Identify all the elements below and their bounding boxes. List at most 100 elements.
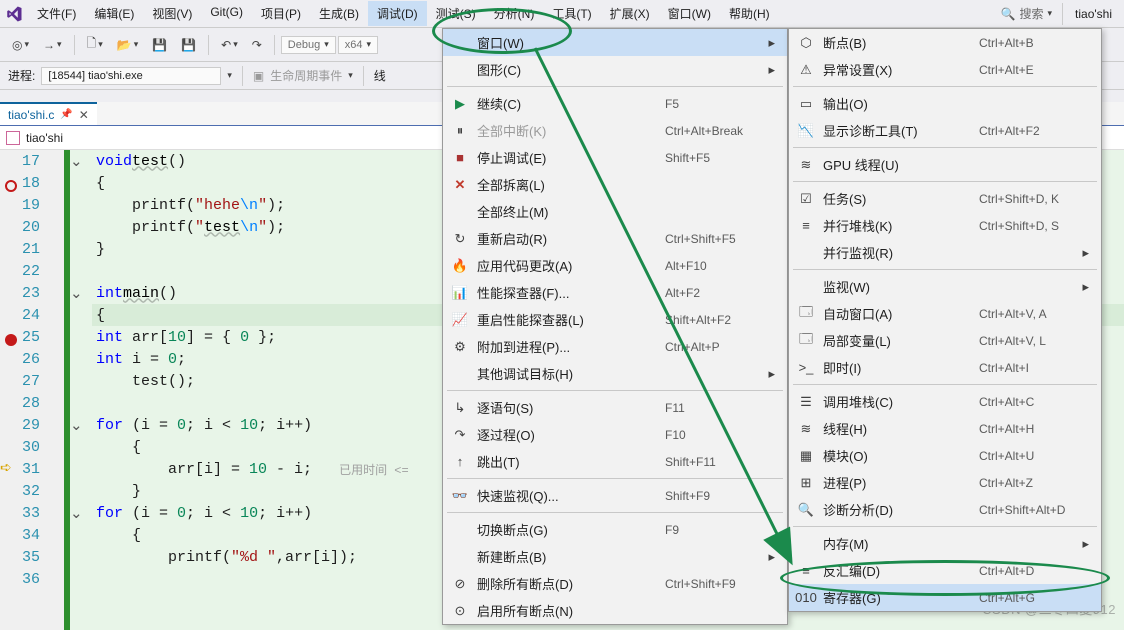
fold-toggle[interactable]	[70, 568, 92, 590]
menu-item[interactable]: 🗔局部变量(L)Ctrl+Alt+V, L	[789, 327, 1101, 354]
submenu-arrow-icon: ▸	[1082, 279, 1089, 295]
menu-item-label: 自动窗口(A)	[823, 304, 971, 323]
menu-项目[interactable]: 项目(P)	[252, 1, 310, 26]
menu-shortcut: Ctrl+Shift+D, K	[979, 192, 1089, 206]
menu-item[interactable]: 👓快速监视(Q)...Shift+F9	[443, 482, 787, 509]
menu-窗口[interactable]: 窗口(W)	[659, 1, 720, 26]
menu-item[interactable]: ■停止调试(E)Shift+F5	[443, 144, 787, 171]
menu-item[interactable]: 内存(M)▸	[789, 530, 1101, 557]
search-box[interactable]: 🔍 搜索 ▾	[991, 2, 1063, 25]
menu-item[interactable]: ⚙附加到进程(P)...Ctrl+Alt+P	[443, 333, 787, 360]
menu-item[interactable]: ↷逐过程(O)F10	[443, 421, 787, 448]
fold-toggle[interactable]	[70, 238, 92, 260]
menu-文件[interactable]: 文件(F)	[28, 1, 85, 26]
menu-编辑[interactable]: 编辑(E)	[85, 1, 143, 26]
menu-item[interactable]: ↻重新启动(R)Ctrl+Shift+F5	[443, 225, 787, 252]
menu-shortcut: Shift+Alt+F2	[665, 313, 775, 327]
fold-toggle[interactable]	[70, 458, 92, 480]
menu-生成[interactable]: 生成(B)	[310, 1, 368, 26]
menu-测试[interactable]: 测试(S)	[427, 1, 485, 26]
menu-item[interactable]: 并行监视(R)▸	[789, 239, 1101, 266]
fold-toggle[interactable]	[70, 326, 92, 348]
menu-item[interactable]: ▶继续(C)F5	[443, 90, 787, 117]
menu-item[interactable]: ≡并行堆栈(K)Ctrl+Shift+D, S	[789, 212, 1101, 239]
menu-item[interactable]: 🔥应用代码更改(A)Alt+F10	[443, 252, 787, 279]
fold-toggle[interactable]	[70, 304, 92, 326]
line-number: 18	[22, 172, 56, 194]
menu-item[interactable]: ≋GPU 线程(U)	[789, 151, 1101, 178]
open-button[interactable]: 📂 ▾	[111, 34, 144, 56]
menu-item[interactable]: ⊞进程(P)Ctrl+Alt+Z	[789, 469, 1101, 496]
redo-button[interactable]: ↷	[246, 34, 268, 56]
menu-item[interactable]: 🔍诊断分析(D)Ctrl+Shift+Alt+D	[789, 496, 1101, 523]
fold-toggle[interactable]: ⌄	[70, 150, 92, 172]
save-all-button[interactable]: 💾	[175, 34, 202, 56]
menu-工具[interactable]: 工具(T)	[543, 1, 600, 26]
fold-toggle[interactable]: ⌄	[70, 502, 92, 524]
breakpoint-icon[interactable]	[5, 334, 17, 346]
menu-分析[interactable]: 分析(N)	[485, 1, 544, 26]
fold-toggle[interactable]	[70, 524, 92, 546]
new-button[interactable]: 🗋 ▾	[81, 30, 109, 59]
fold-toggle[interactable]: ⌄	[70, 282, 92, 304]
menu-扩展[interactable]: 扩展(X)	[601, 1, 659, 26]
menu-item[interactable]: ☰调用堆栈(C)Ctrl+Alt+C	[789, 388, 1101, 415]
auto-icon: 🗔	[797, 303, 815, 325]
menu-item[interactable]: 📈重启性能探查器(L)Shift+Alt+F2	[443, 306, 787, 333]
breakpoint-hollow-icon[interactable]	[5, 180, 17, 192]
config-combo[interactable]: Debug ▾	[281, 36, 336, 54]
menu-item[interactable]: 其他调试目标(H)▸	[443, 360, 787, 387]
menu-item[interactable]: 切换断点(G)F9	[443, 516, 787, 543]
menu-item[interactable]: ✕全部拆离(L)	[443, 171, 787, 198]
menu-item[interactable]: ⊘删除所有断点(D)Ctrl+Shift+F9	[443, 570, 787, 597]
menu-git[interactable]: Git(G)	[201, 1, 252, 26]
menu-item[interactable]: 图形(C)▸	[443, 56, 787, 83]
menu-item[interactable]: 🗔自动窗口(A)Ctrl+Alt+V, A	[789, 300, 1101, 327]
menu-item[interactable]: 全部终止(M)	[443, 198, 787, 225]
menu-item[interactable]: >_即时(I)Ctrl+Alt+I	[789, 354, 1101, 381]
menu-item[interactable]: ⬡断点(B)Ctrl+Alt+B	[789, 29, 1101, 56]
menu-item[interactable]: 010寄存器(G)Ctrl+Alt+G	[789, 584, 1101, 611]
fold-toggle[interactable]	[70, 194, 92, 216]
platform-combo[interactable]: x64 ▾	[338, 36, 378, 54]
fold-toggle[interactable]	[70, 260, 92, 282]
pin-icon[interactable]: 📌	[60, 109, 72, 120]
menu-item[interactable]: ▭输出(O)	[789, 90, 1101, 117]
menu-item[interactable]: ↑跳出(T)Shift+F11	[443, 448, 787, 475]
menu-shortcut: Ctrl+Alt+C	[979, 395, 1089, 409]
menu-帮助[interactable]: 帮助(H)	[720, 1, 779, 26]
menu-item[interactable]: 新建断点(B)▸	[443, 543, 787, 570]
fold-toggle[interactable]	[70, 480, 92, 502]
menu-item[interactable]: ⏸全部中断(K)Ctrl+Alt+Break	[443, 117, 787, 144]
menu-item[interactable]: ≋线程(H)Ctrl+Alt+H	[789, 415, 1101, 442]
nav-fwd-button[interactable]: → ▾	[37, 34, 68, 56]
process-combo[interactable]: [18544] tiao'shi.exe	[41, 67, 221, 85]
fold-toggle[interactable]	[70, 546, 92, 568]
menu-item[interactable]: ⊙启用所有断点(N)	[443, 597, 787, 624]
save-button[interactable]: 💾	[146, 34, 173, 56]
fold-toggle[interactable]	[70, 172, 92, 194]
fold-toggle[interactable]	[70, 216, 92, 238]
close-icon[interactable]: ✕	[79, 108, 89, 122]
search-icon: 🔍	[1001, 7, 1016, 21]
fold-toggle[interactable]	[70, 348, 92, 370]
menu-item[interactable]: 📉显示诊断工具(T)Ctrl+Alt+F2	[789, 117, 1101, 144]
menubar: 文件(F)编辑(E)视图(V)Git(G)项目(P)生成(B)调试(D)测试(S…	[0, 0, 1124, 28]
menu-item[interactable]: ≡反汇编(D)Ctrl+Alt+D	[789, 557, 1101, 584]
menu-item[interactable]: 📊性能探查器(F)...Alt+F2	[443, 279, 787, 306]
tab-tiaoshi-c[interactable]: tiao'shi.c 📌 ✕	[0, 102, 97, 125]
menu-调试[interactable]: 调试(D)	[368, 1, 427, 26]
menu-item[interactable]: 监视(W)▸	[789, 273, 1101, 300]
undo-button[interactable]: ↶ ▾	[215, 34, 244, 56]
fold-toggle[interactable]	[70, 436, 92, 458]
fold-toggle[interactable]	[70, 370, 92, 392]
fold-toggle[interactable]: ⌄	[70, 414, 92, 436]
menu-item[interactable]: ↳逐语句(S)F11	[443, 394, 787, 421]
menu-item[interactable]: ▦模块(O)Ctrl+Alt+U	[789, 442, 1101, 469]
menu-item[interactable]: ☑任务(S)Ctrl+Shift+D, K	[789, 185, 1101, 212]
menu-视图[interactable]: 视图(V)	[143, 1, 201, 26]
fold-toggle[interactable]	[70, 392, 92, 414]
nav-back-button[interactable]: ◎ ▾	[6, 34, 35, 56]
menu-item[interactable]: 窗口(W)▸	[443, 29, 787, 56]
menu-item[interactable]: ⚠异常设置(X)Ctrl+Alt+E	[789, 56, 1101, 83]
